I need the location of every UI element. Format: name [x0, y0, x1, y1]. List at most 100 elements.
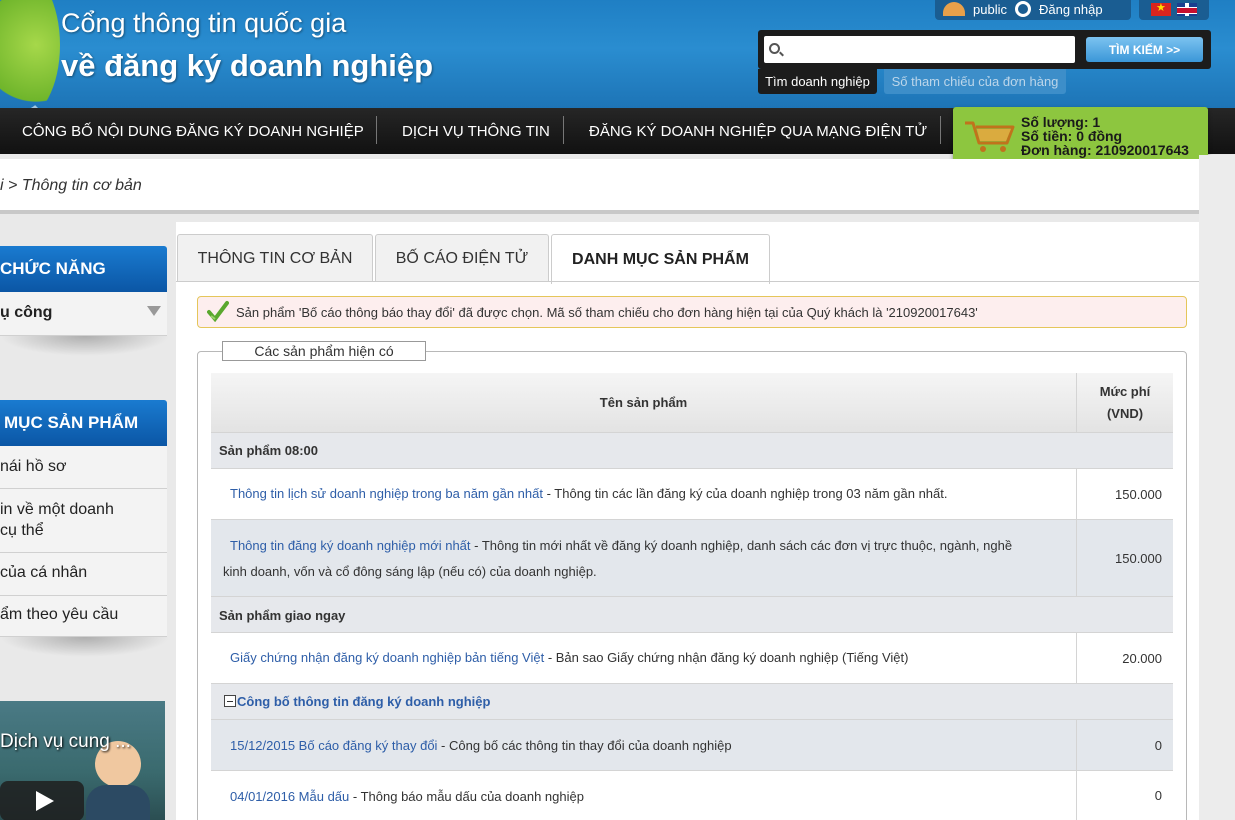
group-label: Sản phẩm giao ngay [219, 608, 346, 623]
breadcrumb: i > Thông tin cơ bản [0, 159, 1199, 214]
breadcrumb-text: i > Thông tin cơ bản [0, 177, 142, 194]
table-group-row: Sản phẩm giao ngay [211, 597, 1173, 633]
table-group-row: Sản phẩm 08:00 [211, 433, 1173, 469]
group-toggle[interactable]: Công bố thông tin đăng ký doanh nghiệp [224, 694, 490, 709]
site-title-line2: về đăng ký doanh nghiệp [61, 48, 434, 83]
sidebar-shadow [0, 336, 170, 356]
column-header-fee-unit: (VND) [1106, 405, 1144, 421]
sidebar-item-label: nái hồ sơ [0, 458, 67, 475]
product-link[interactable]: Thông tin lịch sử doanh nghiệp trong ba … [230, 486, 543, 501]
video-person-body [86, 785, 150, 820]
cart-icon [965, 121, 1015, 152]
product-fee: 150.000 [1115, 486, 1162, 502]
product-name-cell: 04/01/2016 Mẫu dấu - Thông báo mẫu dấu c… [211, 771, 1077, 820]
sidebar-header-functions: CHỨC NĂNG [0, 246, 167, 292]
language-switcher [1139, 0, 1209, 20]
table-header-row: Tên sản phẩm Mức phí (VND) [211, 373, 1173, 433]
product-description-line2: kinh doanh, vốn và cổ đông sáng lập (nếu… [223, 564, 597, 579]
sidebar-header-products: MỤC SẢN PHẨM [0, 400, 167, 446]
site-title-line1: Cổng thông tin quốc gia [61, 8, 347, 38]
chevron-down-icon [147, 306, 161, 316]
product-link[interactable]: 15/12/2015 Bố cáo đăng ký thay đổi [230, 738, 437, 753]
nav-separator [563, 116, 564, 144]
product-description: - Bản sao Giấy chứng nhận đăng ký doanh … [544, 650, 909, 665]
sidebar-item-personal[interactable]: của cá nhân [0, 553, 167, 596]
product-name-cell: 15/12/2015 Bố cáo đăng ký thay đổi - Côn… [211, 720, 1077, 770]
sidebar-item-on-demand[interactable]: ẩm theo yêu cầu [0, 596, 167, 637]
product-name-cell: Thông tin đăng ký doanh nghiệp mới nhất … [211, 520, 1077, 596]
product-description: - Công bố các thông tin thay đổi của doa… [437, 738, 732, 753]
success-alert: Sản phẩm 'Bố cáo thông báo thay đổi' đã … [197, 296, 1187, 328]
vietnam-flag-icon[interactable] [1151, 1, 1171, 16]
sidebar-item-label: in về một doanh [0, 501, 114, 518]
product-link[interactable]: Thông tin đăng ký doanh nghiệp mới nhất [230, 538, 471, 553]
column-header-name: Tên sản phẩm [211, 373, 1077, 432]
sidebar-header-label: MỤC SẢN PHẨM [4, 413, 139, 432]
search-box: TÌM KIẾM >> [758, 30, 1211, 69]
cart-amount: Số tiền: 0 đồng [1021, 128, 1123, 144]
product-fee: 0 [1154, 788, 1162, 803]
uk-flag-icon[interactable] [1177, 2, 1197, 16]
user-name[interactable]: public [973, 2, 1007, 17]
main-panel: THÔNG TIN CƠ BẢN BỐ CÁO ĐIỆN TỬ DANH MỤC… [176, 222, 1199, 820]
search-input[interactable] [764, 36, 1075, 63]
product-fee: 0 [1154, 737, 1162, 753]
column-header-fee: Mức phí (VND) [1077, 373, 1173, 432]
product-link[interactable]: 04/01/2016 Mẫu dấu [230, 789, 349, 804]
user-bar: public Đăng nhập [935, 0, 1131, 20]
sidebar-shadow [0, 637, 170, 657]
login-link[interactable]: Đăng nhập [1039, 2, 1103, 17]
group-label: Công bố thông tin đăng ký doanh nghiệp [237, 694, 491, 709]
collapse-icon[interactable] [224, 695, 236, 707]
sidebar-item-dossier[interactable]: nái hồ sơ [0, 446, 167, 489]
table-group-row-expandable[interactable]: Công bố thông tin đăng ký doanh nghiệp [211, 684, 1173, 720]
sidebar-item-label: ẩm theo yêu cầu [0, 606, 119, 623]
group-label: Sản phẩm 08:00 [219, 443, 318, 458]
product-fee: 20.000 [1122, 650, 1162, 666]
sidebar-item-label: ụ công [0, 304, 53, 321]
alert-message: Sản phẩm 'Bố cáo thông báo thay đổi' đã … [236, 304, 978, 320]
power-icon[interactable] [1014, 1, 1031, 17]
sidebar-item-label: của cá nhân [0, 564, 88, 581]
play-icon[interactable] [0, 781, 84, 820]
video-thumbnail[interactable]: Dịch vụ cung ... [0, 701, 165, 820]
tab-basic-info[interactable]: THÔNG TIN CƠ BẢN [177, 234, 373, 282]
product-name-cell: Giấy chứng nhận đăng ký doanh nghiệp bản… [211, 633, 1077, 683]
product-fee: 150.000 [1115, 550, 1162, 566]
product-link[interactable]: Giấy chứng nhận đăng ký doanh nghiệp bản… [230, 650, 544, 665]
user-icon [943, 2, 965, 16]
table-row: Thông tin lịch sử doanh nghiệp trong ba … [211, 469, 1173, 520]
sidebar-header-label: CHỨC NĂNG [0, 259, 106, 278]
check-icon [207, 301, 229, 322]
table-row: 04/01/2016 Mẫu dấu - Thông báo mẫu dấu c… [211, 771, 1173, 820]
shopping-cart[interactable]: Số lượng: 1 Số tiền: 0 đồng Đơn hàng: 21… [953, 107, 1208, 163]
search-button[interactable]: TÌM KIẾM >> [1086, 37, 1203, 62]
search-icon [769, 43, 780, 54]
nav-item-online-registration[interactable]: ĐĂNG KÝ DOANH NGHIỆP QUA MẠNG ĐIỆN TỬ [589, 108, 927, 154]
search-tab-order-ref[interactable]: Số tham chiếu của đơn hàng [884, 69, 1066, 94]
search-tab-business[interactable]: Tìm doanh nghiệp [758, 69, 877, 94]
nav-separator [940, 116, 941, 144]
sidebar-item-public-services[interactable]: ụ công [0, 292, 167, 336]
tab-e-announcement[interactable]: BỐ CÁO ĐIỆN TỬ [375, 234, 549, 282]
products-legend: Các sản phẩm hiện có [222, 341, 426, 361]
page-right-margin [1199, 155, 1235, 820]
nav-item-info-services[interactable]: DỊCH VỤ THÔNG TIN [402, 108, 550, 154]
cart-order-number: Đơn hàng: 210920017643 [1021, 142, 1189, 158]
nav-item-publish[interactable]: CÔNG BỐ NỘI DUNG ĐĂNG KÝ DOANH NGHIỆP [22, 108, 364, 154]
product-name-cell: Thông tin lịch sử doanh nghiệp trong ba … [211, 469, 1077, 519]
nav-separator [376, 116, 377, 144]
product-description: - Thông báo mẫu dấu của doanh nghiệp [349, 789, 584, 804]
table-row: Thông tin đăng ký doanh nghiệp mới nhất … [211, 520, 1173, 597]
sidebar-item-business-info[interactable]: in về một doanh cụ thể [0, 489, 167, 553]
tab-product-catalog[interactable]: DANH MỤC SẢN PHẨM [551, 234, 770, 284]
table-row: Giấy chứng nhận đăng ký doanh nghiệp bản… [211, 633, 1173, 684]
sidebar-item-label: cụ thể [0, 522, 44, 539]
product-description: - Thông tin mới nhất về đăng ký doanh ng… [470, 538, 1013, 553]
column-header-fee-label: Mức phí [1099, 383, 1151, 399]
tab-divider [176, 281, 1199, 282]
product-description: - Thông tin các lần đăng ký của doanh ng… [542, 486, 948, 501]
cart-quantity: Số lượng: 1 [1021, 114, 1101, 130]
video-title: Dịch vụ cung ... [0, 731, 131, 752]
table-row: 15/12/2015 Bố cáo đăng ký thay đổi - Côn… [211, 720, 1173, 771]
